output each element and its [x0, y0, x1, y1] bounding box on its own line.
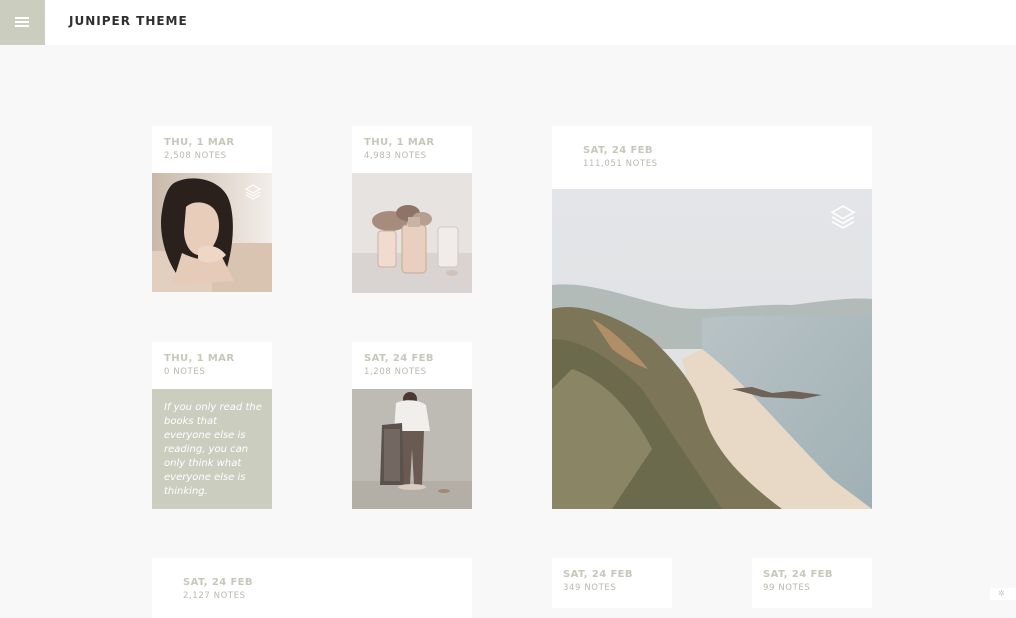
customize-widget-button[interactable]: ✲: [990, 588, 1016, 600]
top-bar: JUNIPER THEME: [0, 0, 1016, 45]
post-notes-count[interactable]: 0 NOTES: [164, 367, 272, 378]
post-card: SAT, 24 FEB 111,051 NOTES: [552, 126, 872, 509]
post-date[interactable]: THU, 1 MAR: [164, 137, 272, 149]
post-date[interactable]: SAT, 24 FEB: [583, 145, 872, 157]
post-header: SAT, 24 FEB 349 NOTES: [552, 558, 672, 608]
post-notes-count[interactable]: 2,508 NOTES: [164, 151, 272, 162]
post-header: SAT, 24 FEB 111,051 NOTES: [552, 126, 872, 189]
post-card: SAT, 24 FEB 2,127 NOTES: [152, 558, 472, 618]
post-notes-count[interactable]: 111,051 NOTES: [583, 159, 872, 170]
post-notes-count[interactable]: 4,983 NOTES: [364, 151, 472, 162]
post-card: THU, 1 MAR 4,983 NOTES: [352, 126, 472, 293]
post-photo[interactable]: [152, 173, 272, 292]
post-notes-count[interactable]: 1,208 NOTES: [364, 367, 472, 378]
post-header: SAT, 24 FEB 99 NOTES: [752, 558, 872, 608]
post-date[interactable]: SAT, 24 FEB: [763, 569, 872, 581]
post-photo[interactable]: [552, 189, 872, 509]
post-photo[interactable]: [352, 173, 472, 293]
post-card: SAT, 24 FEB 99 NOTES: [752, 558, 872, 608]
post-notes-count[interactable]: 349 NOTES: [563, 583, 672, 594]
post-header: SAT, 24 FEB 2,127 NOTES: [152, 558, 472, 618]
layers-icon: [244, 183, 262, 205]
gear-icon: ✲: [998, 589, 1005, 598]
post-notes-count[interactable]: 2,127 NOTES: [183, 591, 472, 602]
post-date[interactable]: THU, 1 MAR: [164, 353, 272, 365]
perfume-bottles-photo: [352, 173, 472, 293]
post-card: THU, 1 MAR 2,508 NOTES: [152, 126, 272, 292]
post-card: SAT, 24 FEB 1,208 NOTES: [352, 342, 472, 509]
hamburger-menu-button[interactable]: [0, 0, 45, 45]
post-header: THU, 1 MAR 0 NOTES: [152, 342, 272, 389]
post-header: THU, 1 MAR 2,508 NOTES: [152, 126, 272, 173]
post-card: THU, 1 MAR 0 NOTES If you only read the …: [152, 342, 272, 509]
post-card: SAT, 24 FEB 349 NOTES: [552, 558, 672, 608]
site-title[interactable]: JUNIPER THEME: [69, 14, 188, 28]
quote-text: If you only read the books that everyone…: [152, 389, 272, 509]
post-date[interactable]: SAT, 24 FEB: [183, 577, 472, 589]
post-notes-count[interactable]: 99 NOTES: [763, 583, 872, 594]
coastal-landscape-photo: [552, 189, 872, 509]
post-header: THU, 1 MAR 4,983 NOTES: [352, 126, 472, 173]
layers-icon: [829, 203, 857, 235]
post-date[interactable]: SAT, 24 FEB: [364, 353, 472, 365]
post-date[interactable]: THU, 1 MAR: [364, 137, 472, 149]
post-date[interactable]: SAT, 24 FEB: [563, 569, 672, 581]
fashion-coat-photo: [352, 389, 472, 509]
post-header: SAT, 24 FEB 1,208 NOTES: [352, 342, 472, 389]
post-photo[interactable]: [352, 389, 472, 509]
